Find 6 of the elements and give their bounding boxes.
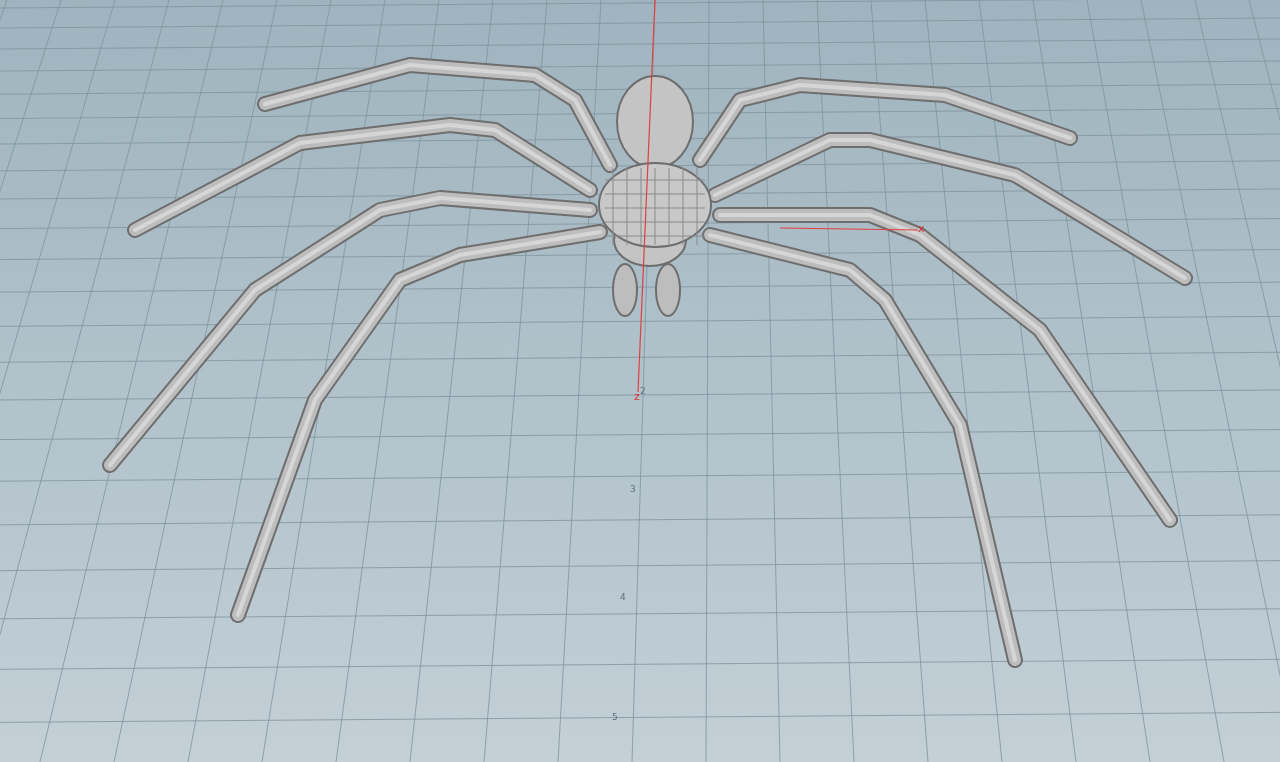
- grid-label: 5: [612, 712, 618, 722]
- axis-label: z: [634, 390, 640, 403]
- grid-label: 3: [630, 484, 636, 494]
- grid-label: 2: [640, 386, 646, 396]
- grid-label: 4: [620, 592, 626, 602]
- axis-label: x: [918, 222, 925, 235]
